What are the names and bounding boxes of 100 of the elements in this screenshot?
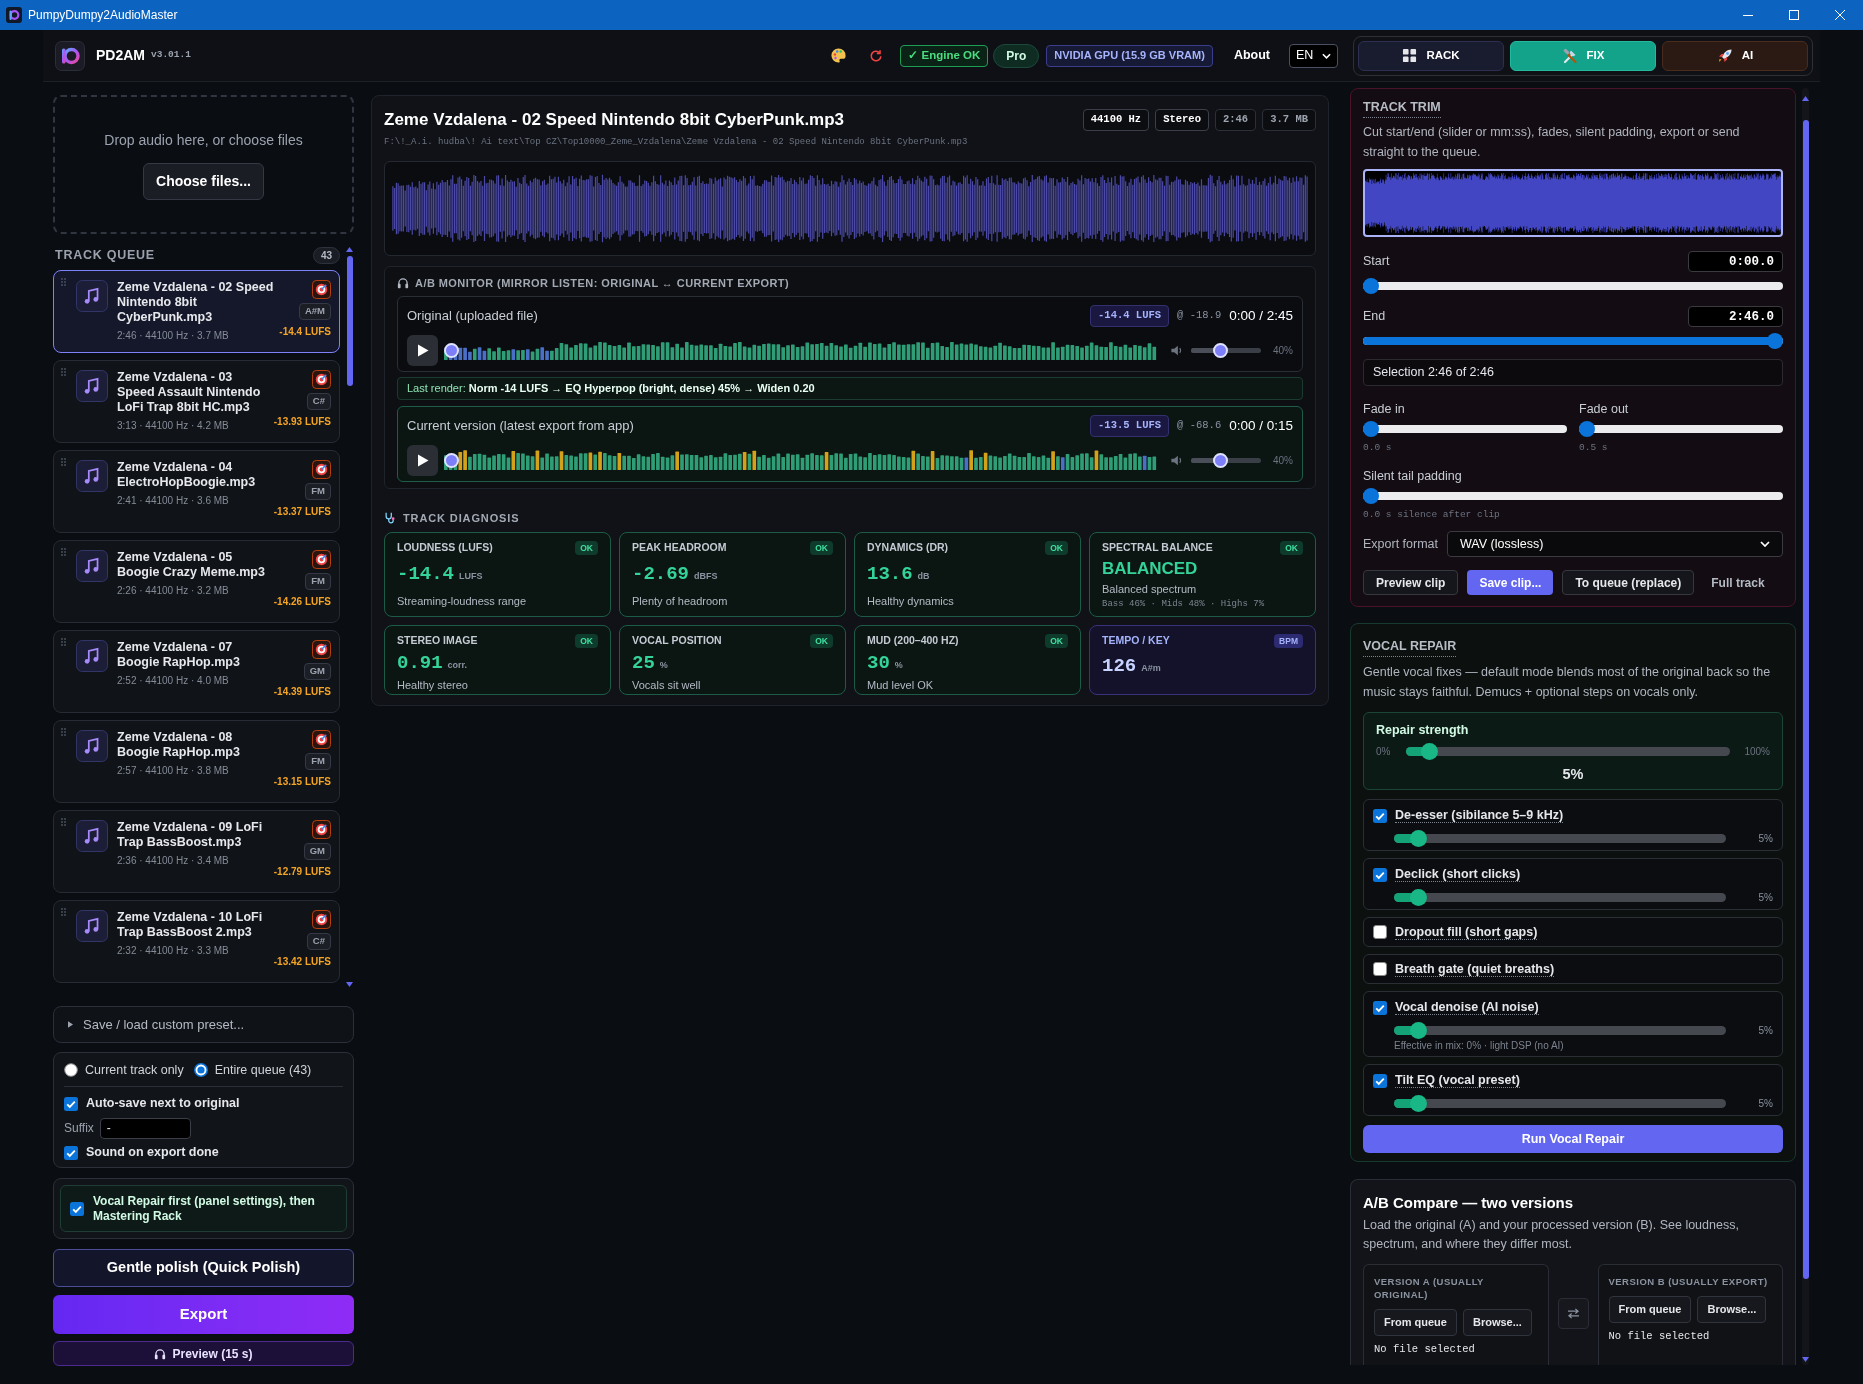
slider-reading: 0.0 s silence after clip [1363, 508, 1501, 520]
card-label: SPECTRAL BALANCE [1102, 540, 1213, 555]
seek-thumb[interactable] [444, 342, 459, 358]
suffix-field[interactable]: - [99, 1117, 191, 1139]
checkbox[interactable] [1373, 962, 1387, 976]
checkbox-label: Vocal denoise (AI noise) [1395, 1000, 1539, 1015]
field-label: Silent tail padding [1363, 468, 1463, 485]
field-label: Start [1363, 253, 1390, 271]
run-button[interactable]: Run Vocal Repair [1363, 1125, 1783, 1153]
checkbox-label: Sound on export done [86, 1144, 219, 1162]
slider-thumb[interactable] [1363, 421, 1379, 437]
slider-thumb[interactable] [1421, 742, 1439, 760]
checkbox[interactable] [1373, 1073, 1387, 1088]
seek-bar[interactable] [444, 340, 1158, 360]
checkbox[interactable] [1373, 1000, 1387, 1015]
play-button[interactable] [407, 444, 438, 476]
track-name: Zeme Vzdalena - 08 Boogie RapHop.mp3 [117, 730, 241, 760]
option-note: Effective in mix: 0% · light DSP (no AI) [1393, 1040, 1565, 1052]
target-icon [312, 820, 331, 839]
track-card[interactable]: Zeme Vzdalena - 03 Speed Assault Nintendo LoFi Trap 8bit HC.mp3 3:13 · 44100 Hz · 4.2 MB C# -13.93 LUFS [53, 360, 340, 443]
checkbox-label: Tilt EQ (vocal preset) [1395, 1073, 1520, 1088]
preset-button[interactable]: Save / load custom preset... [53, 1006, 354, 1043]
language-select[interactable]: EN [1289, 43, 1338, 68]
slider-thumb[interactable] [1409, 829, 1427, 847]
target-icon [312, 460, 331, 479]
checkbox[interactable] [1373, 808, 1387, 823]
polish-button[interactable]: Gentle polish (Quick Polish) [53, 1249, 354, 1287]
format-select[interactable]: WAV (lossless) [1447, 531, 1783, 557]
checkbox[interactable] [64, 1096, 78, 1111]
key-badge: FM [305, 753, 331, 770]
track-card[interactable]: Zeme Vzdalena - 10 LoFi Trap BassBoost 2.mp3 2:32 · 44100 Hz · 3.3 MB C# -13.42 LUFS [53, 900, 340, 983]
status-badge: OK [575, 633, 598, 649]
slider-thumb[interactable] [1363, 488, 1379, 504]
drop-hint: Drop audio here, or choose files [104, 130, 303, 150]
checkbox[interactable] [64, 1145, 78, 1160]
checkbox[interactable] [1373, 925, 1387, 939]
track-card[interactable]: Zeme Vzdalena - 02 Speed Nintendo 8bit CyberPunk.mp3 2:46 · 44100 Hz · 3.7 MB A#M -14.4 LUFS [53, 270, 340, 353]
trim-button[interactable]: Preview clip [1363, 570, 1459, 595]
scrollbar-thumb[interactable] [1802, 120, 1809, 1279]
loudness-value: -14.39 LUFS [273, 685, 331, 699]
metric-unit: % [659, 658, 668, 672]
player-label: Current version (latest export from app) [407, 417, 634, 436]
info-badge: 3.7 MB [1262, 109, 1316, 131]
slider-thumb[interactable] [1363, 278, 1379, 294]
metric-unit: A#m [1141, 661, 1161, 675]
section-title: TRACK DIAGNOSIS [403, 510, 520, 526]
reload-icon[interactable] [869, 48, 884, 63]
music-note-icon [76, 640, 108, 672]
time-field[interactable]: 0:00.0 [1688, 251, 1783, 272]
slider-thumb[interactable] [1213, 452, 1228, 468]
target-icon [312, 550, 331, 569]
track-card[interactable]: Zeme Vzdalena - 07 Boogie RapHop.mp3 2:52 · 44100 Hz · 4.0 MB GM -14.39 LUFS [53, 630, 340, 713]
drop-zone[interactable]: Drop audio here, or choose files Choose files... [53, 95, 354, 234]
time-field[interactable]: 2:46.0 [1688, 306, 1783, 327]
slider-thumb[interactable] [1409, 1021, 1427, 1039]
loudness-value: -12.79 LUFS [273, 865, 331, 879]
track-card[interactable]: Zeme Vzdalena - 08 Boogie RapHop.mp3 2:57 · 44100 Hz · 3.8 MB FM -13.15 LUFS [53, 720, 340, 803]
checkbox[interactable] [1373, 867, 1387, 882]
track-card[interactable]: Zeme Vzdalena - 05 Boogie Crazy Meme.mp3 2:26 · 44100 Hz · 3.2 MB FM -14.26 LUFS [53, 540, 340, 623]
music-note-icon [76, 460, 108, 492]
slider-thumb[interactable] [1579, 421, 1595, 437]
music-note-icon [76, 280, 108, 312]
radio-label: Current track only [85, 1062, 184, 1079]
metric-unit: corr. [447, 658, 468, 672]
mode-tab[interactable]: AI [1662, 40, 1808, 71]
trim-button[interactable]: Save clip... [1467, 570, 1554, 595]
export-button[interactable]: Export [53, 1295, 354, 1334]
status-badge: OK [1045, 540, 1068, 556]
play-button[interactable] [407, 334, 438, 366]
target-icon [312, 640, 331, 659]
slider-thumb[interactable] [1409, 1094, 1427, 1112]
version-button[interactable]: Browse... [1697, 1296, 1767, 1323]
trim-button[interactable]: Full track [1703, 570, 1773, 595]
metric-value: -2.69 [632, 561, 689, 587]
track-meta: 2:52 · 44100 Hz · 4.0 MB [117, 674, 230, 688]
choose-files-button[interactable]: Choose files... [143, 162, 264, 200]
swap-button[interactable] [1557, 1298, 1589, 1329]
track-card[interactable]: Zeme Vzdalena - 09 LoFi Trap BassBoost.mp3 2:36 · 44100 Hz · 3.4 MB GM -12.79 LUFS [53, 810, 340, 893]
drag-handle-icon [61, 728, 66, 736]
app-name: PD2AM [96, 46, 145, 65]
preview-button[interactable]: Preview (15 s) [53, 1341, 354, 1366]
palette-icon[interactable] [830, 47, 848, 64]
radio-button[interactable] [64, 1063, 78, 1078]
about-link[interactable]: About [1233, 46, 1270, 65]
scroll-up-icon [1802, 96, 1809, 101]
loudness-value: -13.42 LUFS [273, 955, 331, 969]
file-path: F:\!_A.i. hudba\! Ai text\Top CZ\Top10000_Zeme_Vzdalena\Zeme Vzdalena - 02 Speed Nintendo 8bit CyberPunk.mp3 [384, 136, 969, 149]
status-badge: OK [1045, 633, 1068, 649]
slider-thumb[interactable] [1213, 342, 1228, 358]
trim-button[interactable]: To queue (replace) [1562, 570, 1695, 595]
track-card[interactable]: Zeme Vzdalena - 04 ElectroHopBoogie.mp3 2:41 · 44100 Hz · 3.6 MB FM -13.37 LUFS [53, 450, 340, 533]
slider-thumb[interactable] [1409, 888, 1427, 906]
mode-tab[interactable]: RACK [1358, 40, 1504, 71]
scrollbar-thumb[interactable] [346, 256, 353, 386]
seek-bar[interactable] [444, 450, 1158, 470]
checkbox[interactable] [70, 1201, 84, 1216]
version-button[interactable]: Browse... [1462, 1309, 1532, 1336]
version-button[interactable]: From queue [1374, 1309, 1457, 1336]
version-button[interactable]: From queue [1608, 1296, 1692, 1323]
radio-button[interactable] [193, 1063, 208, 1078]
